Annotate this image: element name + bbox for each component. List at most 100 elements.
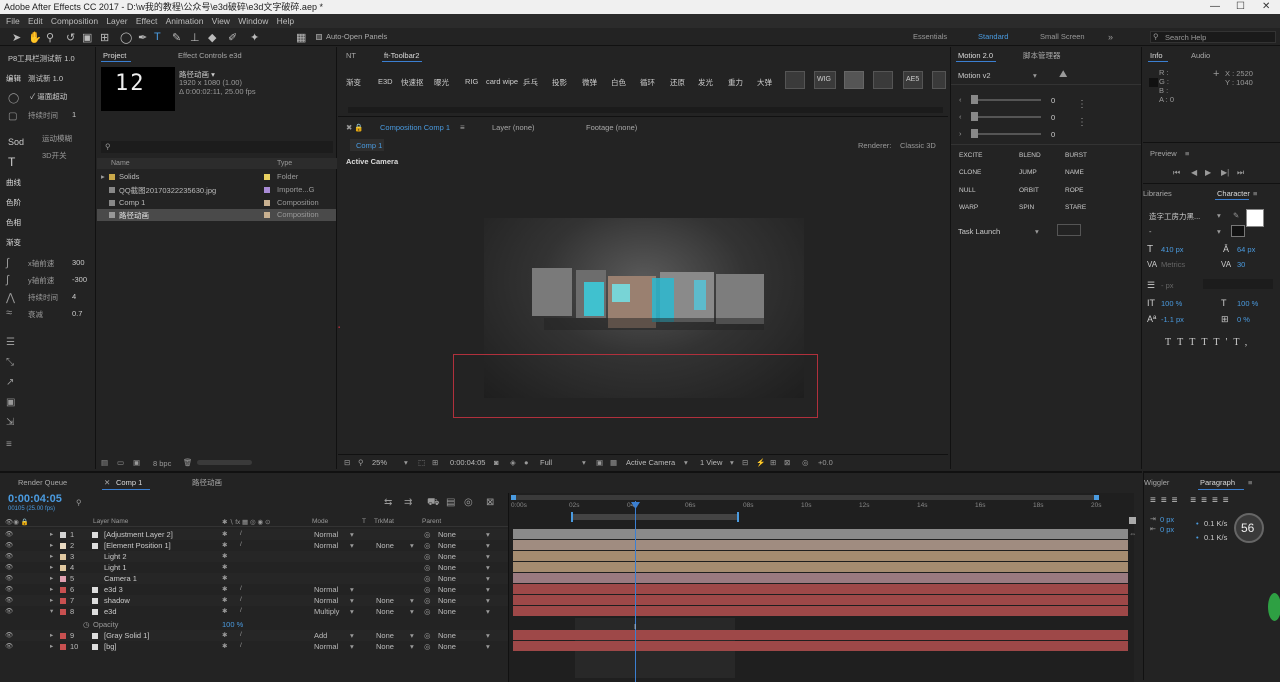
layer-label-color[interactable] [60,576,66,582]
shy-switch-icon[interactable]: ✱ [222,563,227,571]
text-t-icon[interactable]: T [8,155,15,169]
layer-label-color[interactable] [60,609,66,615]
layer-name[interactable]: [bg] [104,642,117,651]
timeline-path-tab[interactable]: 路径动画 [192,476,222,490]
layer-mode-dropdown[interactable]: Normal [314,541,338,550]
menu-animation[interactable]: Animation [166,16,204,26]
slider-value[interactable]: 0 [1051,96,1055,105]
slider-value[interactable]: 0 [1051,113,1055,122]
play-icon[interactable]: ▶ [1205,168,1211,177]
label-color[interactable] [264,212,270,218]
bit-depth-label[interactable]: 8 bpc [153,459,171,468]
parent-chevron-icon[interactable]: ▾ [486,530,490,539]
style-chevron-icon[interactable]: ▾ [1217,227,1221,236]
layer-row[interactable]: 👁 ▸ 1 [Adjustment Layer 2] ✱ / Normal ▾ ◎ None ▾ [0,529,508,540]
layer-parent-dropdown[interactable]: None [438,574,456,583]
rect-icon[interactable]: ▢ [8,111,17,122]
shy-switch-icon[interactable]: ✱ [222,574,227,582]
box-icon[interactable]: ▣ [6,397,15,408]
visibility-eye-icon[interactable]: 👁 [5,596,13,604]
jump-button[interactable]: JUMP [1019,169,1037,176]
zoom-tool-icon[interactable]: ⚲ [46,31,54,44]
layer-duration-bar[interactable] [513,584,1128,594]
type-tool-icon[interactable]: T [154,31,161,43]
visibility-eye-icon[interactable]: 👁 [5,631,13,639]
slider-right-arrow-icon[interactable]: › [959,129,962,138]
layer-mode-dropdown[interactable]: Multiply [314,607,339,616]
shy-switch-icon[interactable]: ✱ [222,631,227,639]
timeline-comp-tab[interactable]: Comp 1 [116,476,142,490]
slider-left-arrow-icon[interactable]: ‹ [959,95,962,104]
label-color[interactable] [264,200,270,206]
layer-mode-dropdown[interactable]: Normal [314,642,338,651]
slider-left-arrow-icon[interactable]: ‹ [959,112,962,121]
font-family-dropdown[interactable]: 造字工房力黑... [1149,211,1200,222]
layer-label-color[interactable] [60,587,66,593]
clone-tool-icon[interactable]: ⊥ [190,31,200,44]
snapshot-icon[interactable]: ◙ [494,458,499,467]
visibility-eye-icon[interactable]: 👁 [5,541,13,549]
ease-icon[interactable]: ⋮ [1077,99,1087,110]
twirl-chevron-icon[interactable]: ▸ [50,585,53,593]
col-type-header[interactable]: Type [277,160,292,167]
layer-parent-dropdown[interactable]: None [438,596,456,605]
timeline-icon[interactable]: ⊞ [770,458,776,467]
layer-mode-dropdown[interactable]: Normal [314,530,338,539]
layer-name[interactable]: Light 2 [104,552,127,561]
effect-controls-tab[interactable]: Effect Controls e3d [178,49,242,63]
slider-thumb[interactable] [971,129,978,138]
parent-chevron-icon[interactable]: ▾ [486,563,490,572]
pull-slider[interactable] [973,99,1041,101]
name-button[interactable]: NAME [1065,169,1084,176]
shy-icon[interactable]: ⛟ [427,497,440,510]
layer-mode-dropdown[interactable]: Normal [314,596,338,605]
menu-edit[interactable]: Edit [28,16,43,26]
menu-view[interactable]: View [212,16,230,26]
color-channel-icon[interactable]: ● [524,458,529,467]
shy-switch-icon[interactable]: ✱ [222,607,227,615]
graph-icon[interactable] [785,71,805,89]
label-color[interactable] [264,174,270,180]
paragraph-tab[interactable]: Paragraph [1200,476,1235,490]
roto-tool-icon[interactable]: ✐ [228,31,237,44]
task-chevron-icon[interactable]: ▾ [1035,227,1039,236]
trkmat-chevron-icon[interactable]: ▾ [410,596,414,605]
excite-button[interactable]: EXCITE [959,152,982,159]
parent-chevron-icon[interactable]: ▾ [486,585,490,594]
graph-editor-icon[interactable]: ⊠ [486,497,494,508]
project-item-selected[interactable]: 路径动画 Composition [97,209,336,221]
ft-button[interactable]: 重力 [728,77,743,88]
composition-tab[interactable]: Composition Comp 1 [380,121,450,135]
orbit-button[interactable]: ORBIT [1019,187,1039,194]
kerning-value[interactable]: Metrics [1161,260,1185,269]
ft-button[interactable]: 投影 [552,77,567,88]
new-comp-icon[interactable]: ▣ [133,458,140,467]
duration-value[interactable]: 1 [72,110,76,119]
layer-label-color[interactable] [60,644,66,650]
project-item[interactable]: Comp 1 Composition [97,197,336,208]
zoom-chevron-icon[interactable]: ▾ [404,458,408,467]
pen-tool-icon[interactable]: ✒ [138,31,147,44]
search-help-field[interactable]: ⚲ Search Help [1150,31,1276,43]
layer-parent-dropdown[interactable]: None [438,642,456,651]
path-icon[interactable]: ↗ [6,377,14,388]
pickwhip-icon[interactable]: ◎ [424,585,431,594]
ft-button[interactable]: 循环 [640,77,655,88]
ft-button[interactable]: 白色 [611,77,626,88]
camera-chevron-icon[interactable]: ▾ [684,458,688,467]
stroke-color-swatch[interactable] [1231,225,1245,237]
circle-icon[interactable]: ◯ [8,93,19,104]
layer-parent-dropdown[interactable]: None [438,631,456,640]
prev-frame-icon[interactable]: ◀ [1191,168,1197,177]
duration2-value[interactable]: 4 [72,292,76,301]
trkmat-header[interactable]: TrkMat [374,518,394,525]
ft-button[interactable]: 渐变 [346,77,361,88]
layer-name[interactable]: [Element Position 1] [104,541,171,550]
eraser-tool-icon[interactable]: ◆ [208,31,216,44]
parent-chevron-icon[interactable]: ▾ [486,642,490,651]
layer-name[interactable]: [Adjustment Layer 2] [104,530,173,539]
layer-label-color[interactable] [60,554,66,560]
mode-chevron-icon[interactable]: ▾ [350,631,354,640]
stopwatch-icon[interactable]: ◷ [83,620,90,629]
wig-button[interactable]: WIG [814,71,836,89]
